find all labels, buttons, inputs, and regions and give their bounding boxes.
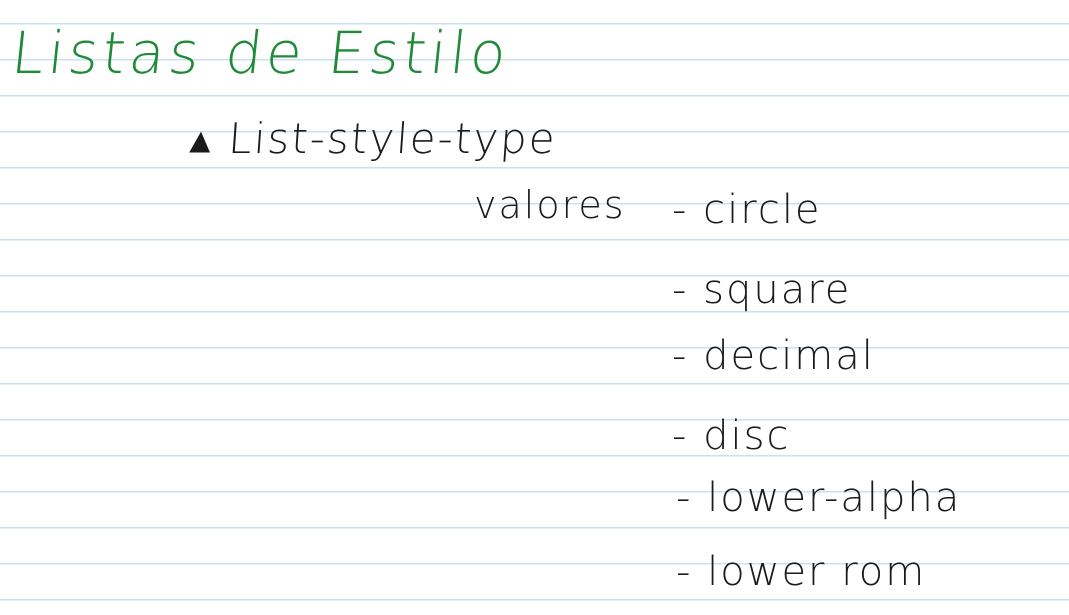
value-item-lower-roman: - lower rom (676, 549, 927, 595)
value-item-square: - square (672, 267, 852, 313)
ruled-note-page: Listas de Estilo ▴ List-style-type valor… (0, 0, 1069, 615)
value-item-disc: - disc (672, 413, 791, 459)
value-item-lower-alpha: - lower-alpha (676, 475, 962, 521)
value-item-circle: - circle (672, 187, 822, 233)
property-heading: ▴ List-style-type (188, 114, 559, 163)
value-item-decimal: - decimal (672, 333, 875, 379)
note-title: Listas de Estilo (8, 19, 514, 87)
values-label: valores (474, 183, 626, 227)
